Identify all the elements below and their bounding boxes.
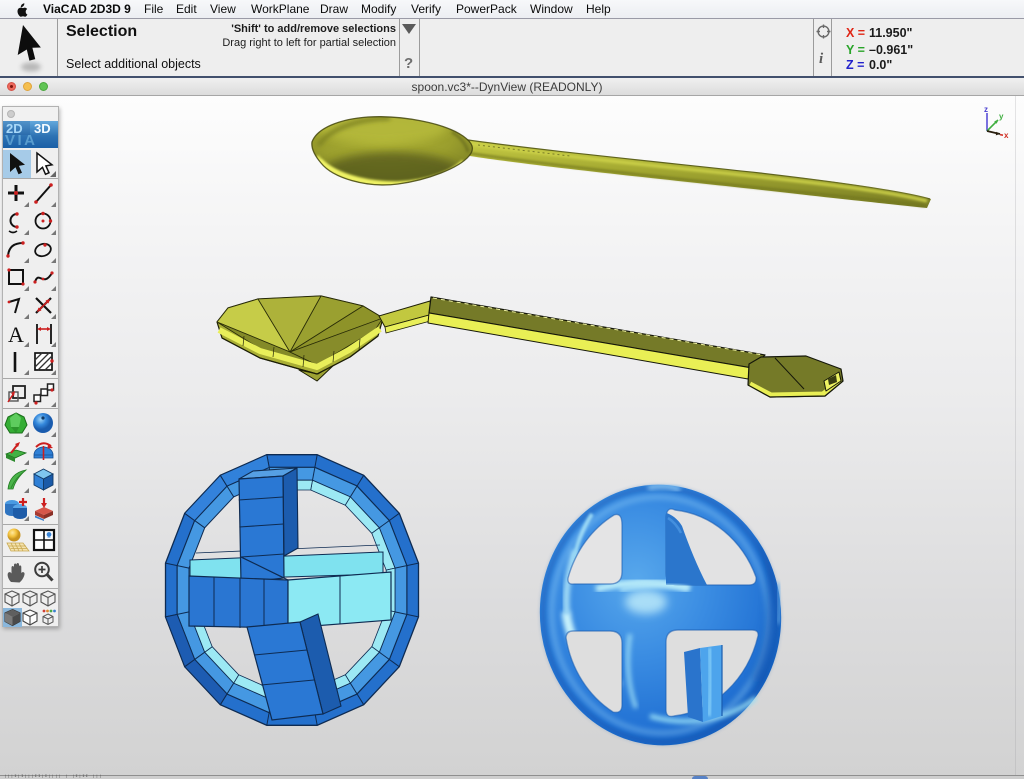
svg-text:A: A: [8, 322, 24, 347]
svg-text:z: z: [984, 105, 988, 114]
svg-text:y: y: [999, 112, 1004, 121]
svg-text:x: x: [1004, 131, 1009, 140]
